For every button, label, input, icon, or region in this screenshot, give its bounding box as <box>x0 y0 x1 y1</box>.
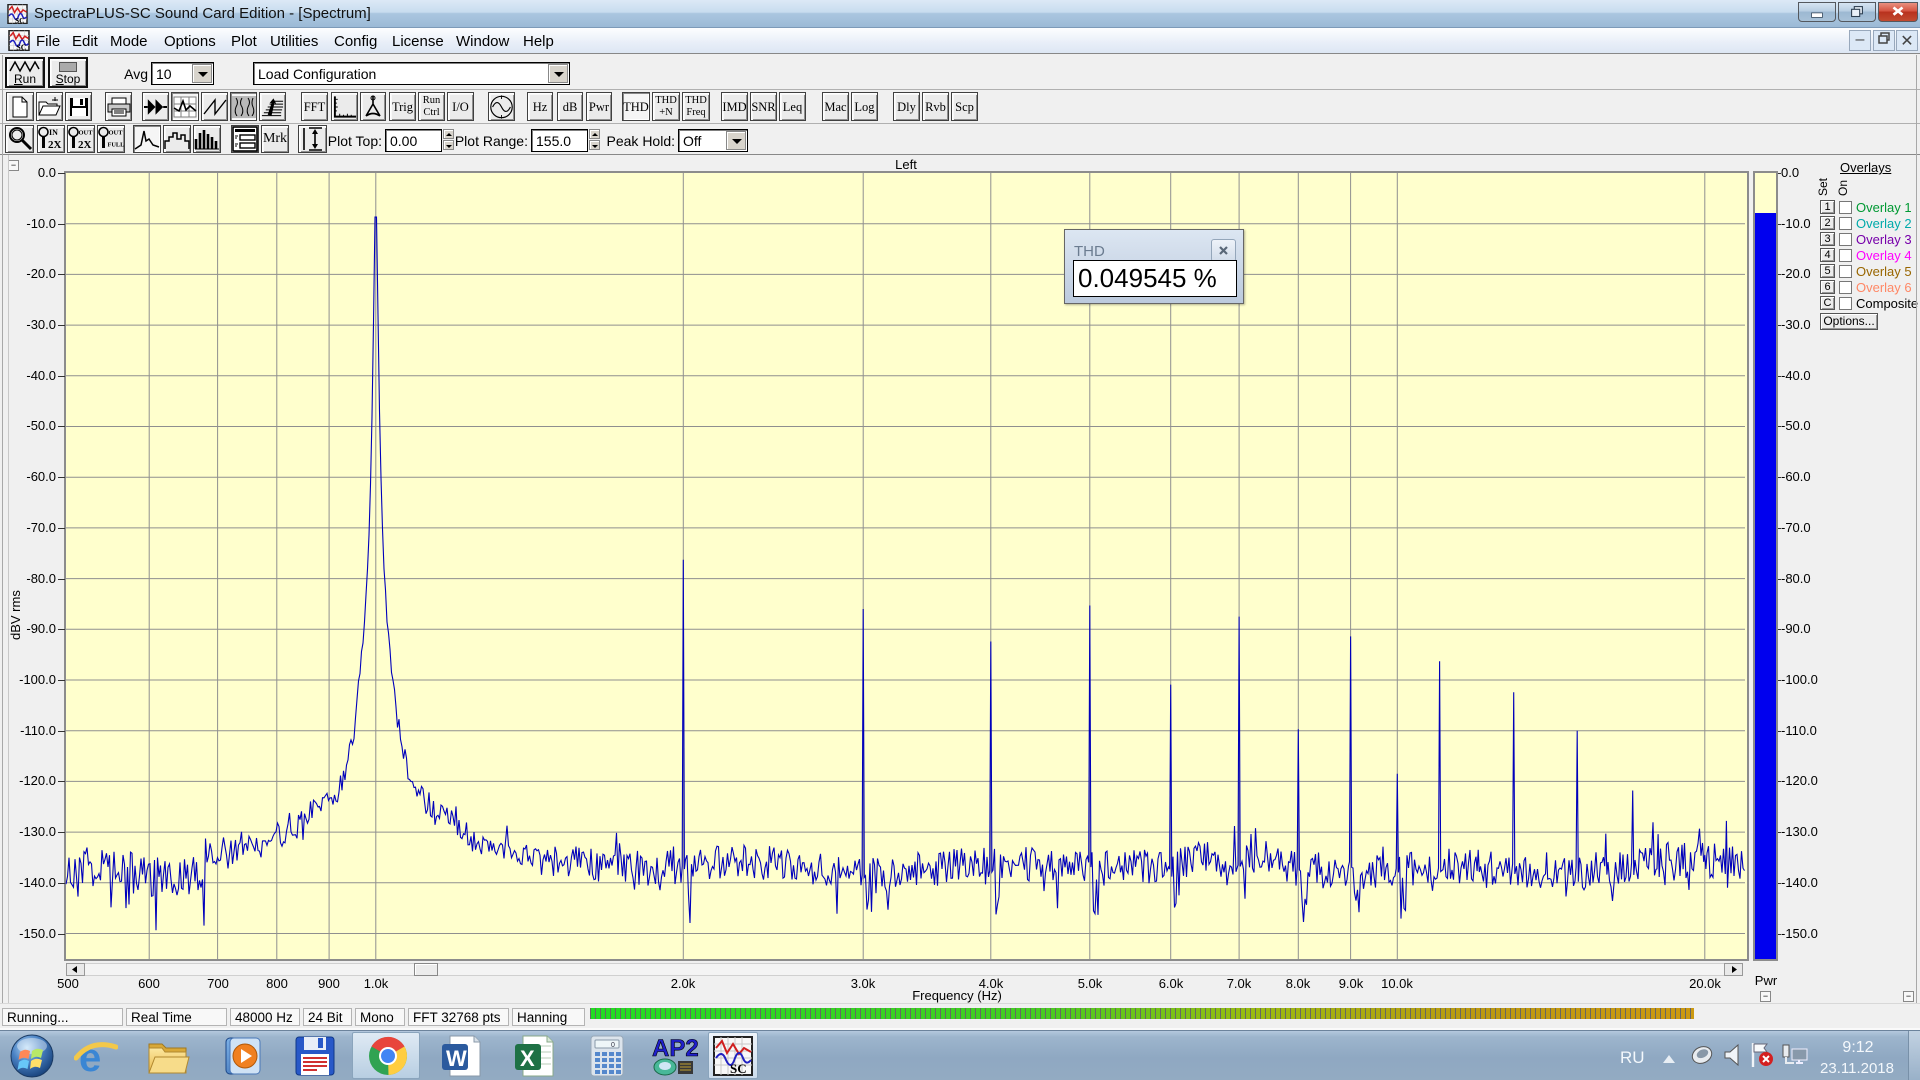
svg-text:X: X <box>520 1046 535 1071</box>
svg-text:0: 0 <box>611 1042 615 1049</box>
svg-text:W: W <box>446 1046 467 1071</box>
svg-text:AP2: AP2 <box>652 1035 699 1062</box>
svg-text:e: e <box>79 1036 101 1078</box>
svg-text:SC: SC <box>730 1061 747 1076</box>
